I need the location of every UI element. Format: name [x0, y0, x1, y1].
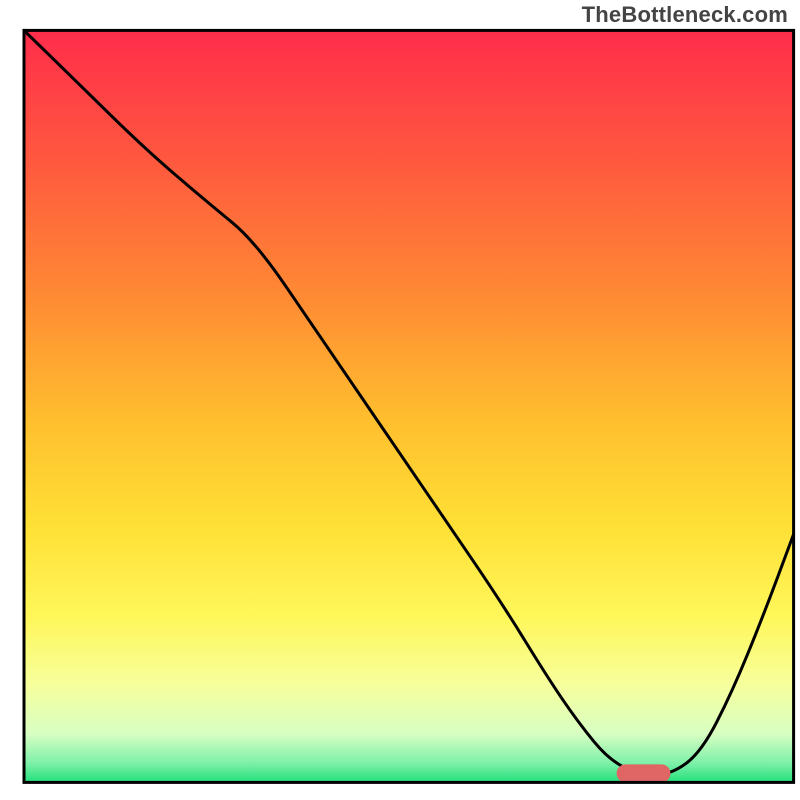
- chart-container: TheBottleneck.com: [0, 0, 800, 800]
- watermark-text: TheBottleneck.com: [582, 2, 788, 28]
- bottleneck-chart: [0, 0, 800, 800]
- optimal-range-marker: [617, 764, 671, 782]
